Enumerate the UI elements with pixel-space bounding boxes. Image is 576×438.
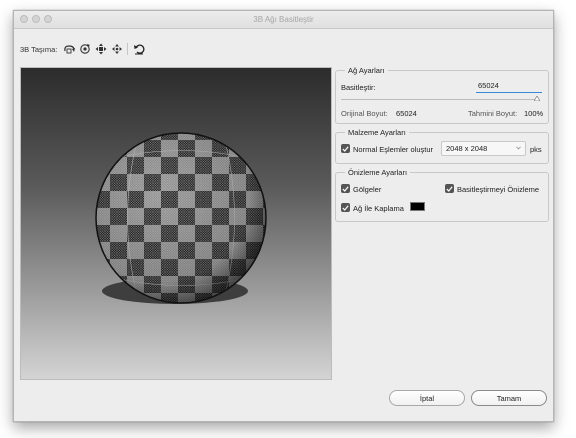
ok-button-label: Tamam	[496, 393, 522, 403]
title-bar: 3B Ağı Basitleştir	[14, 11, 553, 29]
preview-simplified-checkbox[interactable]	[445, 184, 454, 193]
mesh-overlay-checkbox[interactable]	[341, 203, 350, 212]
preview-settings-title: Önizleme Ayarları	[345, 168, 411, 177]
toolbar-divider	[127, 43, 129, 55]
original-size-label: Orijinal Boyut:	[341, 109, 388, 118]
checkered-mesh-sphere	[96, 133, 266, 303]
normal-maps-label: Normal Eşlemler oluştur	[353, 145, 434, 154]
simplify-3d-mesh-dialog: 3B Ağı Basitleştir 3B Taşıma: Ağ Ayarlar…	[13, 10, 554, 422]
estimated-size-value: 100%	[524, 109, 544, 118]
ok-button[interactable]: Tamam	[471, 390, 547, 406]
simplify-slider-thumb[interactable]	[534, 96, 540, 101]
mesh-overlay-label: Ağ İle Kaplama	[353, 204, 404, 213]
move-3d-toolbar: 3B Taşıma:	[20, 42, 148, 56]
slide-3d-icon[interactable]	[110, 43, 124, 55]
simplify-slider-track[interactable]	[341, 99, 537, 100]
move-3d-label: 3B Taşıma:	[20, 44, 58, 54]
map-size-select[interactable]: 2048 x 2048	[441, 141, 526, 156]
mesh-color-swatch[interactable]	[410, 202, 425, 211]
3d-preview-viewport[interactable]	[20, 67, 332, 380]
simplify-value: 65024	[478, 81, 499, 90]
checkmark-icon	[342, 185, 349, 192]
estimated-size-label: Tahmini Boyut:	[468, 109, 518, 118]
map-size-value: 2048 x 2048	[446, 144, 488, 153]
roll-3d-icon[interactable]	[78, 43, 92, 55]
material-settings-title: Malzeme Ayarları	[345, 128, 409, 137]
preview-settings-group: Önizleme Ayarları	[335, 168, 549, 222]
chevron-down-icon	[516, 146, 521, 150]
reset-view-icon[interactable]	[132, 43, 146, 55]
checkmark-icon	[446, 185, 453, 192]
checkmark-icon	[342, 204, 349, 211]
shadows-checkbox[interactable]	[341, 184, 350, 193]
mesh-sphere-preview	[95, 132, 267, 304]
map-size-unit: pks	[530, 145, 542, 154]
mesh-settings-title: Ağ Ayarları	[345, 66, 388, 75]
simplify-input[interactable]: 65024	[476, 81, 542, 93]
original-size-value: 65024	[396, 109, 417, 118]
cancel-button[interactable]: İptal	[389, 390, 465, 406]
drag-3d-icon[interactable]	[94, 43, 108, 55]
preview-simplified-label: Basitleştirmeyi Önizleme	[457, 185, 540, 194]
window-title: 3B Ağı Basitleştir	[253, 15, 314, 24]
normal-maps-checkbox[interactable]	[341, 144, 350, 153]
checkmark-icon	[342, 145, 349, 152]
shadows-label: Gölgeler	[353, 185, 382, 194]
simplify-label: Basitleştir:	[341, 83, 376, 92]
cancel-button-label: İptal	[419, 393, 435, 403]
rotate-3d-icon[interactable]	[62, 43, 76, 55]
